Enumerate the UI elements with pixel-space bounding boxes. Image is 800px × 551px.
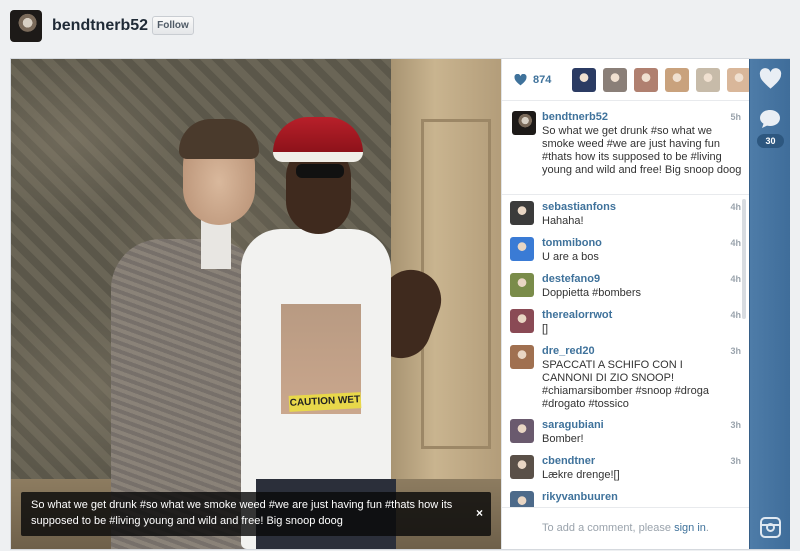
photo-caption-overlay: So what we get drunk #so what we smoke w… bbox=[21, 492, 491, 536]
heart-icon bbox=[514, 74, 527, 86]
avatar[interactable] bbox=[510, 309, 534, 333]
comment-bubble-icon[interactable] bbox=[759, 109, 781, 129]
comment-text: SPACCATI A SCHIFO CON I CANNONI DI ZIO S… bbox=[542, 359, 709, 410]
avatar[interactable] bbox=[510, 455, 534, 479]
close-icon[interactable]: × bbox=[476, 505, 483, 521]
avatar[interactable] bbox=[510, 491, 534, 507]
instagram-logo-icon[interactable] bbox=[760, 517, 781, 538]
liker-avatar[interactable] bbox=[634, 68, 658, 92]
post-panel: CAUTION WET So what we get drunk #so wha… bbox=[10, 58, 790, 550]
comment-time: 4h bbox=[730, 310, 741, 320]
avatar[interactable] bbox=[510, 237, 534, 261]
photo-caption-text: So what we get drunk #so what we smoke w… bbox=[31, 499, 453, 527]
comment-text: [] bbox=[542, 323, 549, 335]
avatar[interactable] bbox=[510, 201, 534, 225]
comment-username[interactable]: tommibono bbox=[542, 237, 602, 249]
photo-sunglasses bbox=[296, 164, 344, 178]
add-comment-prefix: To add a comment, please bbox=[542, 522, 675, 534]
avatar[interactable] bbox=[510, 273, 534, 297]
liker-avatar[interactable] bbox=[572, 68, 596, 92]
comment-time: 5h bbox=[730, 112, 741, 122]
comment-time: 3h bbox=[730, 456, 741, 466]
add-comment-suffix: . bbox=[705, 522, 709, 534]
liker-avatar[interactable] bbox=[696, 68, 720, 92]
comment-username[interactable]: dre_red20 bbox=[542, 345, 595, 357]
comment-time: 3h bbox=[730, 346, 741, 356]
comment-time: 3h bbox=[730, 420, 741, 430]
comment-text: U are a bos bbox=[542, 251, 599, 263]
liker-avatar[interactable] bbox=[727, 68, 751, 92]
action-bar: 30 bbox=[749, 59, 790, 549]
liker-avatar[interactable] bbox=[665, 68, 689, 92]
avatar[interactable] bbox=[510, 419, 534, 443]
comment-text: Bomber! bbox=[542, 433, 584, 445]
comment-time: 4h bbox=[730, 202, 741, 212]
like-heart-icon[interactable] bbox=[759, 68, 782, 90]
comment-username[interactable]: therealorrwot bbox=[542, 309, 612, 321]
comment-username[interactable]: bendtnerb52 bbox=[542, 111, 608, 123]
comment-username[interactable]: sebastianfons bbox=[542, 201, 616, 213]
comment-username[interactable]: destefano9 bbox=[542, 273, 600, 285]
comments-scrollbar[interactable] bbox=[742, 199, 746, 319]
sign-in-link[interactable]: sign in bbox=[674, 522, 706, 534]
post-sidebar: 874 bendtnerb52 5h So what we get drunk … bbox=[501, 59, 751, 549]
comment-username[interactable]: saragubiani bbox=[542, 419, 604, 431]
comments-list[interactable]: sebastianfons 4h Hahaha! tommibono 4h U are a… bbox=[502, 195, 749, 507]
add-comment-prompt: To add a comment, please sign in. bbox=[502, 507, 749, 549]
avatar[interactable] bbox=[512, 111, 536, 135]
photo-santa-hat bbox=[273, 117, 363, 162]
comment-text: Hahaha! bbox=[542, 215, 584, 227]
comment-text: Doppietta #bombers bbox=[542, 287, 642, 299]
profile-username[interactable]: bendtnerb52 bbox=[52, 17, 148, 35]
comment-username[interactable]: rikyvanbuuren bbox=[542, 491, 618, 503]
comment-username[interactable]: cbendtner bbox=[542, 455, 595, 467]
likes-row: 874 bbox=[502, 59, 751, 101]
post-photo[interactable]: CAUTION WET So what we get drunk #so wha… bbox=[11, 59, 501, 549]
comment-count-badge: 30 bbox=[757, 134, 784, 148]
comment-time: 4h bbox=[730, 238, 741, 248]
author-comment: bendtnerb52 5h So what we get drunk #so … bbox=[502, 101, 749, 195]
avatar[interactable] bbox=[510, 345, 534, 369]
follow-button[interactable]: Follow bbox=[152, 16, 194, 35]
photo-person-left-hair bbox=[179, 119, 259, 159]
comment-time: 4h bbox=[730, 274, 741, 284]
profile-avatar[interactable] bbox=[10, 10, 42, 42]
likes-count[interactable]: 874 bbox=[533, 74, 551, 86]
comment-text: Lækre drenge![] bbox=[542, 469, 620, 481]
comment-text: So what we get drunk #so what we smoke w… bbox=[542, 125, 742, 176]
liker-avatar[interactable] bbox=[603, 68, 627, 92]
